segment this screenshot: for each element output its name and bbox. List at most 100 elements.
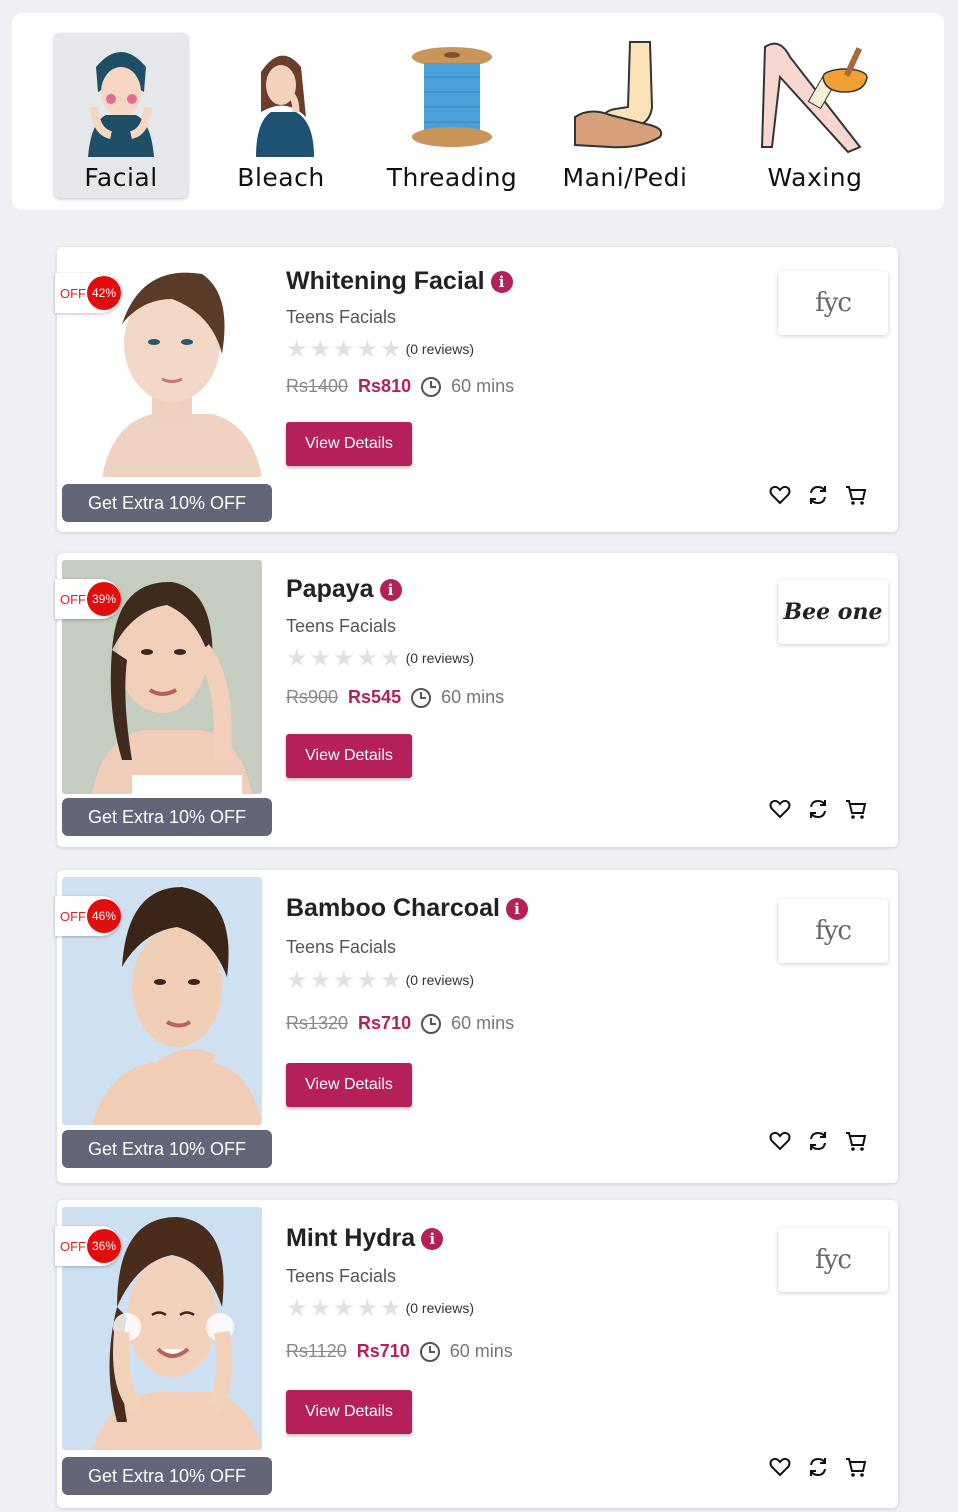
view-details-button[interactable]: View Details	[286, 1390, 412, 1434]
product-category: Teens Facials	[286, 307, 397, 327]
info-icon[interactable]: i	[490, 270, 513, 293]
product-category: Teens Facials	[286, 1266, 397, 1286]
heart-icon[interactable]	[768, 483, 792, 507]
brand-logo[interactable]: fyc	[778, 1228, 888, 1292]
category-label: Bleach	[237, 163, 325, 192]
product-card: OFF 39% Get Extra 10% OFF Papaya i Teens…	[55, 553, 898, 847]
star-icon: ★	[380, 644, 402, 672]
facial-icon	[88, 52, 154, 157]
brand-logo[interactable]: fyc	[778, 271, 888, 335]
compare-icon[interactable]	[806, 797, 830, 821]
card-actions	[768, 1455, 868, 1479]
discount-percent: 46%	[87, 899, 121, 933]
cart-icon[interactable]	[844, 1455, 868, 1479]
product-card: OFF 46% Get Extra 10% OFF Bamboo Charcoa…	[55, 870, 898, 1183]
brand-logo[interactable]: Bee one	[778, 580, 888, 644]
discount-percent: 42%	[87, 276, 121, 310]
extra-offer-bar[interactable]: Get Extra 10% OFF	[62, 484, 272, 522]
info-icon[interactable]: i	[379, 578, 402, 601]
heart-icon[interactable]	[768, 1129, 792, 1153]
star-icon: ★	[356, 1294, 379, 1322]
compare-icon[interactable]	[806, 1129, 830, 1153]
category-waxing[interactable]: Waxing	[748, 33, 882, 198]
cart-icon[interactable]	[844, 1129, 868, 1153]
new-price: Rs710	[356, 1341, 410, 1361]
product-title[interactable]: Papaya i	[286, 575, 402, 604]
bleach-icon	[256, 55, 314, 157]
duration: 60 mins	[449, 1341, 513, 1361]
star-icon: ★	[356, 335, 379, 363]
clock-icon	[421, 1013, 442, 1034]
fyc-logo: fyc	[815, 916, 852, 946]
star-icon: ★	[356, 966, 379, 994]
category-strip: Facial Bleach Threading Mani/Pedi Waxing	[12, 13, 944, 210]
category-bleach[interactable]: Bleach	[214, 33, 348, 198]
rating-stars: ★ ★ ★ ★ ★ (0 reviews)	[286, 968, 474, 992]
category-label: Facial	[84, 163, 158, 192]
rating-stars: ★ ★ ★ ★ ★ (0 reviews)	[286, 1296, 474, 1320]
product-title[interactable]: Whitening Facial i	[286, 267, 513, 296]
off-label: OFF	[60, 591, 86, 607]
discount-badge: OFF 36%	[55, 1226, 121, 1266]
category-label: Mani/Pedi	[562, 163, 688, 192]
star-icon: ★	[309, 644, 332, 672]
info-icon[interactable]: i	[505, 897, 528, 920]
clock-icon	[421, 376, 442, 397]
product-card: OFF 36% Get Extra 10% OFF Mint Hydra i T…	[55, 1200, 898, 1508]
off-label: OFF	[60, 285, 86, 301]
extra-offer-bar[interactable]: Get Extra 10% OFF	[62, 1130, 272, 1168]
star-icon: ★	[286, 644, 308, 672]
card-actions	[768, 1129, 868, 1153]
clock-icon	[419, 1341, 440, 1362]
category-facial[interactable]: Facial	[54, 33, 188, 198]
cart-icon[interactable]	[844, 483, 868, 507]
star-icon: ★	[309, 966, 332, 994]
price-row: Rs1400 Rs810 60 mins	[286, 376, 514, 397]
price-row: Rs900 Rs545 60 mins	[286, 687, 504, 708]
new-price: Rs810	[358, 376, 412, 396]
info-icon[interactable]: i	[421, 1227, 444, 1250]
star-icon: ★	[333, 335, 355, 363]
product-category: Teens Facials	[286, 616, 397, 636]
cart-icon[interactable]	[844, 797, 868, 821]
star-icon: ★	[309, 1294, 332, 1322]
product-title-text: Bamboo Charcoal	[286, 894, 500, 922]
extra-offer-bar[interactable]: Get Extra 10% OFF	[62, 798, 272, 836]
product-title-text: Whitening Facial	[286, 267, 485, 295]
beeone-logo: Bee one	[783, 599, 883, 625]
off-label: OFF	[60, 908, 86, 924]
product-title-text: Mint Hydra	[286, 1224, 416, 1252]
discount-badge: OFF 46%	[55, 896, 121, 936]
star-icon: ★	[356, 644, 379, 672]
category-mani-pedi[interactable]: Mani/Pedi	[558, 33, 692, 198]
view-details-button[interactable]: View Details	[286, 1063, 412, 1107]
rating-stars: ★ ★ ★ ★ ★ (0 reviews)	[286, 337, 474, 361]
category-label: Waxing	[767, 163, 863, 192]
view-details-button[interactable]: View Details	[286, 422, 412, 466]
rating-stars: ★ ★ ★ ★ ★ (0 reviews)	[286, 646, 474, 670]
product-title[interactable]: Mint Hydra i	[286, 1224, 444, 1253]
card-actions	[768, 797, 868, 821]
compare-icon[interactable]	[806, 1455, 830, 1479]
view-details-button[interactable]: View Details	[286, 734, 412, 778]
product-title-text: Papaya	[286, 575, 374, 603]
heart-icon[interactable]	[768, 797, 792, 821]
compare-icon[interactable]	[806, 483, 830, 507]
review-count: (0 reviews)	[405, 972, 475, 988]
product-title[interactable]: Bamboo Charcoal i	[286, 894, 528, 923]
category-threading[interactable]: Threading	[380, 33, 524, 198]
price-row: Rs1120 Rs710 60 mins	[286, 1341, 513, 1362]
discount-percent: 39%	[87, 582, 121, 616]
fyc-logo: fyc	[815, 288, 852, 318]
fyc-logo: fyc	[815, 1245, 852, 1275]
clock-icon	[411, 687, 432, 708]
price-row: Rs1320 Rs710 60 mins	[286, 1013, 514, 1034]
new-price: Rs710	[358, 1013, 412, 1033]
discount-badge: OFF 42%	[55, 273, 121, 313]
heart-icon[interactable]	[768, 1455, 792, 1479]
extra-offer-bar[interactable]: Get Extra 10% OFF	[62, 1457, 272, 1495]
brand-logo[interactable]: fyc	[778, 899, 888, 963]
star-icon: ★	[333, 966, 355, 994]
category-label: Threading	[386, 163, 518, 192]
review-count: (0 reviews)	[405, 1300, 475, 1316]
